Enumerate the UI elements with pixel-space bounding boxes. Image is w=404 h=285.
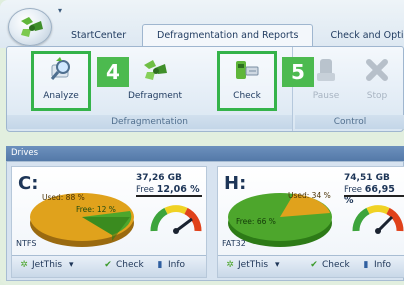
used-slice-label: Used: 34 % [288, 191, 331, 200]
jetthis-label: JetThis [32, 260, 63, 270]
jetthis-icon: ✲ [226, 260, 234, 270]
free-slice-label: Free: 66 % [236, 217, 276, 226]
ribbon-tabs: StartCenter Defragmentation and Reports … [60, 24, 404, 46]
drive-free: Free 12,06 % [136, 184, 200, 195]
stop-button[interactable]: Stop [355, 51, 399, 111]
drive-actions-bar: ✲ JetThis ▾ ✔ Check ▮ Info [218, 255, 404, 277]
drive-divider [344, 195, 404, 197]
tab-defragmentation-and-reports[interactable]: Defragmentation and Reports [142, 24, 314, 46]
app-window: ▾ StartCenter Defragmentation and Report… [0, 0, 404, 285]
drive-size: 74,51 GB [344, 173, 390, 183]
jetthis-dropdown-icon[interactable]: ▾ [275, 260, 280, 270]
used-slice-label: Used: 88 % [42, 193, 85, 202]
group-label-defragmentation: Defragmentation [7, 115, 292, 129]
drive-size: 37,26 GB [136, 173, 182, 183]
defragment-button[interactable]: Defragment [119, 51, 191, 111]
drive-card-h[interactable]: H: 74,51 GB Free 66,95 % Used: 34 % Free… [217, 166, 404, 278]
tab-check-and-optimize[interactable]: Check and Optin [315, 24, 404, 46]
pause-icon [317, 59, 335, 81]
drive-card-c[interactable]: C: 37,26 GB Free 12,06 % Used: 88 % Free… [11, 166, 207, 278]
jetthis-dropdown-icon[interactable]: ▾ [69, 260, 74, 270]
drive-actions-bar: ✲ JetThis ▾ ✔ Check ▮ Info [12, 255, 206, 277]
analyze-label: Analyze [43, 91, 79, 101]
drive-free-label: Free [136, 185, 155, 195]
jetthis-icon: ✲ [20, 260, 28, 270]
drives-panel: C: 37,26 GB Free 12,06 % Used: 88 % Free… [6, 161, 404, 281]
drive-info-label: Info [168, 260, 186, 270]
check-button[interactable]: Check [217, 51, 277, 111]
drive-free-label: Free [344, 185, 363, 195]
filesystem-label: FAT32 [222, 239, 246, 248]
analyze-button[interactable]: Analyze [31, 51, 91, 111]
defragment-label: Defragment [127, 91, 183, 101]
usage-pie-chart [30, 193, 134, 247]
pause-label: Pause [312, 91, 340, 101]
group-defragmentation: Analyze Defragment Check Defragmentation [7, 47, 293, 131]
callout-number-5: 5 [282, 57, 314, 87]
checkmark-icon: ✔ [310, 260, 318, 270]
stop-icon [366, 59, 388, 81]
drive-check-button[interactable]: ✔ Check [102, 260, 144, 274]
analyze-icon [50, 57, 70, 80]
tab-startcenter[interactable]: StartCenter [60, 24, 140, 46]
jetthis-button[interactable]: ✲ JetThis ▾ [224, 260, 280, 274]
drive-free-percent: 12,06 % [156, 184, 200, 195]
group-label-control: Control [295, 115, 404, 129]
filesystem-label: NTFS [16, 239, 37, 248]
drive-info-button[interactable]: ▮ Info [360, 260, 392, 274]
title-bar: ▾ StartCenter Defragmentation and Report… [0, 0, 404, 48]
free-slice-label: Free: 12 % [76, 205, 116, 214]
drive-check-label: Check [322, 260, 350, 270]
drives-panel-header: Drives [6, 146, 404, 161]
checkmark-icon: ✔ [104, 260, 112, 270]
info-chart-icon: ▮ [157, 260, 163, 270]
check-label: Check [233, 91, 261, 101]
app-logo-icon [21, 17, 43, 37]
jetthis-label: JetThis [238, 260, 269, 270]
drive-check-label: Check [116, 260, 144, 270]
callout-number-4: 4 [97, 57, 129, 87]
jetthis-button[interactable]: ✲ JetThis ▾ [18, 260, 74, 274]
drive-check-button[interactable]: ✔ Check [308, 260, 350, 274]
stop-label: Stop [366, 91, 388, 101]
check-drive-icon [236, 61, 259, 79]
app-menu-button[interactable] [8, 8, 52, 46]
defragment-icon [144, 60, 167, 80]
fragmentation-gauge-icon [352, 205, 404, 234]
info-chart-icon: ▮ [363, 260, 369, 270]
quick-access-dropdown-icon[interactable]: ▾ [58, 6, 72, 16]
drive-info-button[interactable]: ▮ Info [154, 260, 186, 274]
drive-info-label: Info [374, 260, 392, 270]
ribbon: Analyze Defragment Check Defragmentation… [6, 46, 404, 132]
drive-divider [136, 195, 202, 197]
fragmentation-gauge-icon [150, 205, 202, 234]
